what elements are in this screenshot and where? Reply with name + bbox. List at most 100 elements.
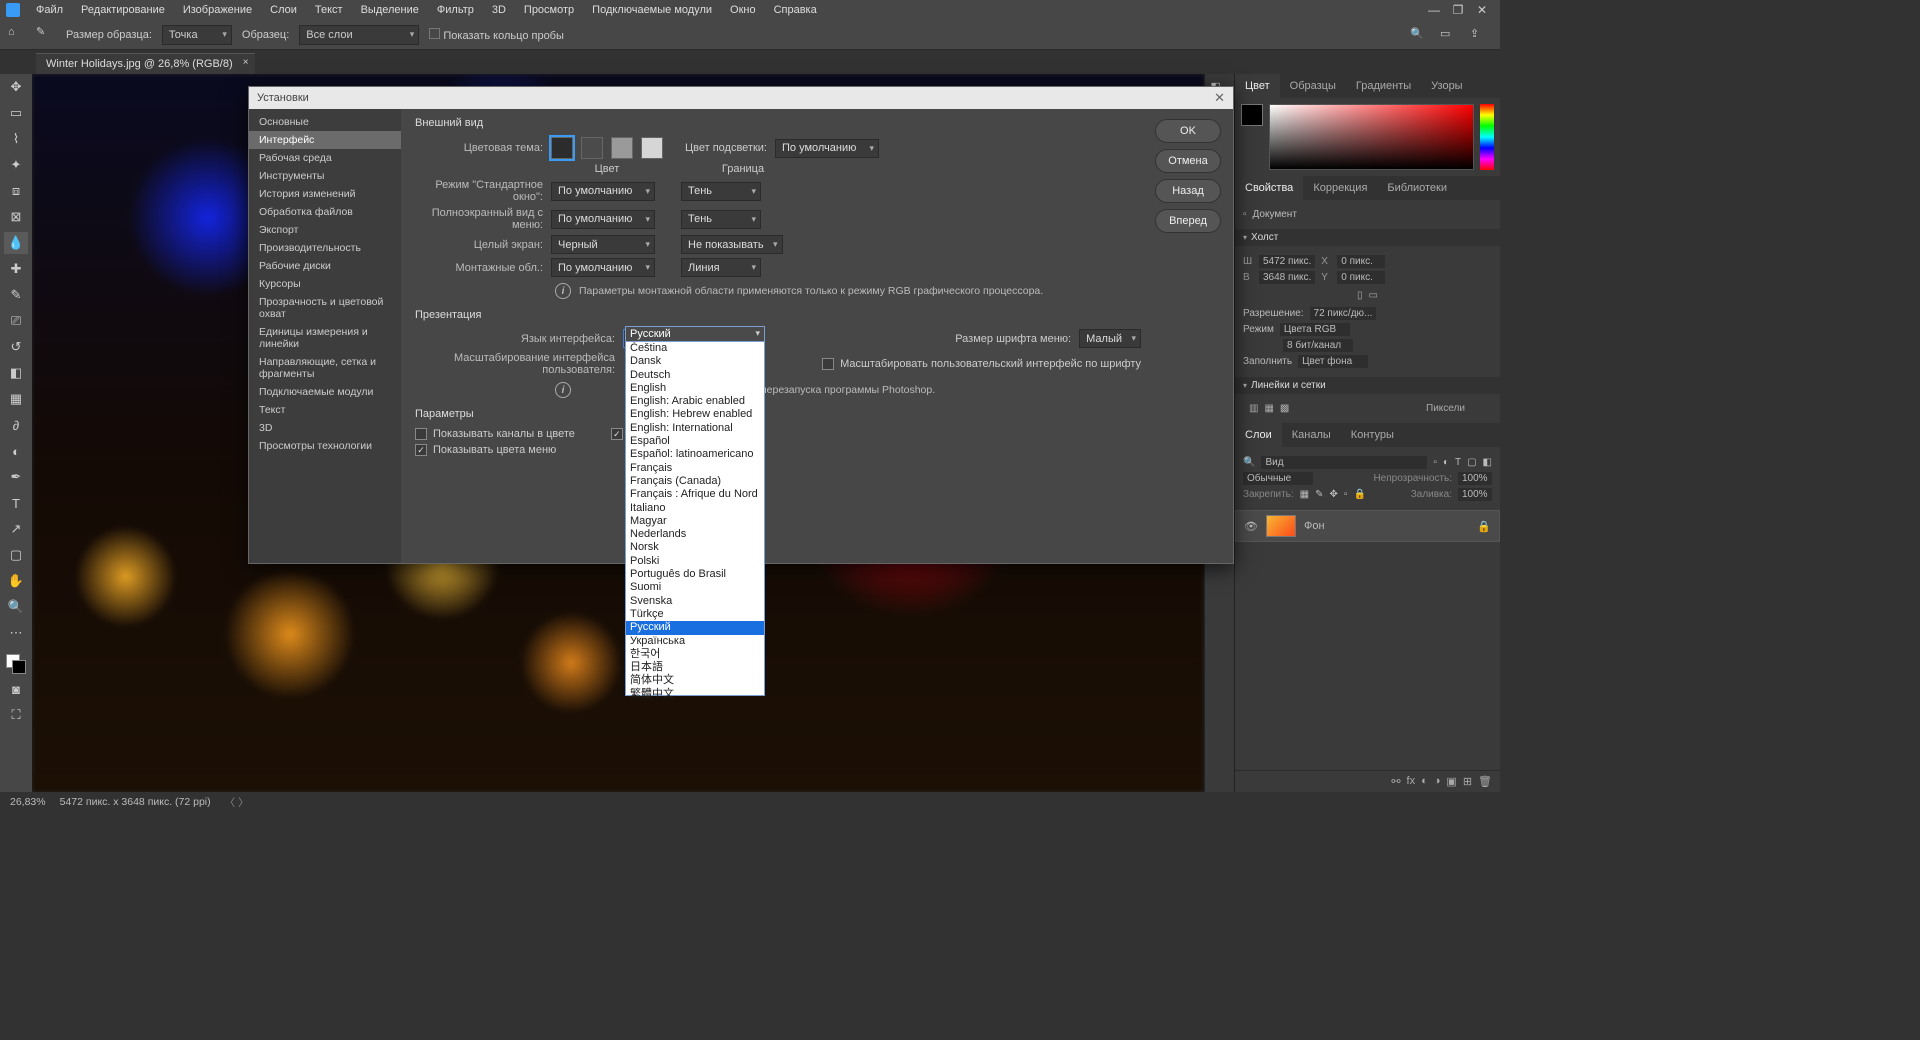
color-swatch[interactable] (6, 654, 26, 674)
color-field[interactable] (1269, 104, 1474, 170)
prefs-category-item[interactable]: Просмотры технологии (249, 437, 401, 455)
prefs-category-item[interactable]: Подключаемые модули (249, 383, 401, 401)
show-menu-colors-checkbox[interactable]: ✓Показывать цвета меню (415, 444, 556, 456)
menu-image[interactable]: Изображение (175, 2, 260, 18)
path-tool-icon[interactable]: ↗ (4, 518, 28, 540)
dialog-close-icon[interactable]: ✕ (1214, 90, 1225, 106)
frame-tool-icon[interactable]: ⊠ (4, 206, 28, 228)
language-option[interactable]: Suomi (626, 581, 764, 594)
x-value[interactable]: 0 пикс. (1337, 255, 1385, 268)
tab-close-icon[interactable]: × (243, 57, 249, 68)
layer-background[interactable]: 👁 Фон 🔒 (1235, 510, 1500, 542)
language-option[interactable]: English: Hebrew enabled (626, 408, 764, 421)
document-tab[interactable]: Winter Holidays.jpg @ 26,8% (RGB/8) × (36, 53, 255, 74)
language-option[interactable]: Türkçe (626, 608, 764, 621)
filter-smart-icon[interactable]: ◧ (1483, 457, 1492, 468)
screen-color-dropdown[interactable]: По умолчанию (551, 258, 655, 277)
language-option[interactable]: 简体中文 (626, 674, 764, 687)
show-channels-color-checkbox[interactable]: Показывать каналы в цвете (415, 428, 575, 440)
screen-color-dropdown[interactable]: Черный (551, 235, 655, 254)
shape-tool-icon[interactable]: ▢ (4, 544, 28, 566)
language-option[interactable]: Español (626, 435, 764, 448)
prefs-category-item[interactable]: Рабочие диски (249, 257, 401, 275)
menu-window[interactable]: Окно (722, 2, 764, 18)
delete-layer-icon[interactable]: 🗑 (1478, 775, 1492, 788)
theme-swatch-darkest[interactable] (551, 137, 573, 159)
language-option[interactable]: Norsk (626, 541, 764, 554)
tab-color[interactable]: Цвет (1235, 74, 1280, 98)
language-option[interactable]: English: International (626, 422, 764, 435)
scale-by-font-checkbox[interactable]: Масштабировать пользовательский интерфей… (822, 358, 1141, 370)
screen-color-dropdown[interactable]: По умолчанию (551, 210, 655, 229)
menu-plugins[interactable]: Подключаемые модули (584, 2, 720, 18)
tab-libraries[interactable]: Библиотеки (1377, 176, 1457, 200)
language-option[interactable]: Español: latinoamericano (626, 448, 764, 461)
prefs-category-item[interactable]: Основные (249, 113, 401, 131)
grid-icon[interactable]: ▦ (1264, 403, 1273, 414)
move-tool-icon[interactable]: ✥ (4, 76, 28, 98)
tab-gradients[interactable]: Градиенты (1346, 74, 1421, 98)
menu-edit[interactable]: Редактирование (73, 2, 173, 18)
layer-visibility-icon[interactable]: 👁 (1244, 520, 1258, 533)
sample-size-dropdown[interactable]: Точка (162, 25, 232, 45)
language-option[interactable]: 한국어 (626, 648, 764, 661)
dodge-tool-icon[interactable]: ◐ (4, 440, 28, 462)
screen-border-dropdown[interactable]: Линия (681, 258, 761, 277)
prefs-category-item[interactable]: 3D (249, 419, 401, 437)
filter-pixel-icon[interactable]: ▫ (1433, 457, 1437, 468)
language-option[interactable]: Svenska (626, 595, 764, 608)
language-option[interactable]: 日本語 (626, 661, 764, 674)
font-size-dropdown[interactable]: Малый (1079, 329, 1141, 348)
workspace-icon[interactable]: ▭ (1440, 27, 1456, 43)
hand-tool-icon[interactable]: ✋ (4, 570, 28, 592)
new-group-icon[interactable]: ▣ (1446, 775, 1456, 788)
lock-nest-icon[interactable]: ▫ (1344, 489, 1348, 500)
resolution-value[interactable]: 72 пикс/дю... (1310, 307, 1377, 320)
screen-border-dropdown[interactable]: Не показывать (681, 235, 783, 254)
guides-icon[interactable]: ▩ (1280, 403, 1289, 414)
language-option[interactable]: Українська (626, 635, 764, 648)
more-tools-icon[interactable]: ⋯ (4, 622, 28, 644)
layer-fx-icon[interactable]: fx (1407, 775, 1416, 788)
bits-value[interactable]: 8 бит/канал (1283, 339, 1353, 352)
language-option[interactable]: Polski (626, 555, 764, 568)
ok-button[interactable]: OK (1155, 119, 1221, 143)
new-fill-icon[interactable]: ◑ (1434, 775, 1441, 788)
eraser-tool-icon[interactable]: ◧ (4, 362, 28, 384)
prefs-category-item[interactable]: Производительность (249, 239, 401, 257)
menu-3d[interactable]: 3D (484, 2, 514, 18)
brush-tool-icon[interactable]: ✎ (4, 284, 28, 306)
language-option[interactable]: Français (626, 462, 764, 475)
wand-tool-icon[interactable]: ✦ (4, 154, 28, 176)
menu-file[interactable]: Файл (28, 2, 71, 18)
prefs-category-item[interactable]: Курсоры (249, 275, 401, 293)
theme-swatch-lightest[interactable] (641, 137, 663, 159)
eyedropper-icon[interactable]: ✎ (36, 25, 56, 45)
layer-search-icon[interactable]: 🔍 (1243, 457, 1255, 468)
width-value[interactable]: 5472 пикс. (1259, 255, 1315, 268)
share-icon[interactable]: ⇪ (1470, 27, 1486, 43)
tab-patterns[interactable]: Узоры (1421, 74, 1472, 98)
theme-swatch-light[interactable] (611, 137, 633, 159)
tab-adjustments[interactable]: Коррекция (1303, 176, 1377, 200)
prefs-category-item[interactable]: Прозрачность и цветовой охват (249, 293, 401, 323)
maximize-icon[interactable]: ❐ (1450, 3, 1466, 17)
language-option[interactable]: 繁體中文 (626, 688, 764, 701)
language-dropdown-list[interactable]: Русский ČeštinaDanskDeutschEnglishEnglis… (625, 326, 765, 696)
color-picker[interactable] (1235, 98, 1500, 176)
prefs-category-item[interactable]: Обработка файлов (249, 203, 401, 221)
tab-properties[interactable]: Свойства (1235, 176, 1303, 200)
eyedropper-tool-icon[interactable]: 💧 (4, 232, 28, 254)
blur-tool-icon[interactable]: ∂ (4, 414, 28, 436)
foreground-color-swatch[interactable] (1241, 104, 1263, 126)
close-icon[interactable]: ✕ (1474, 3, 1490, 17)
type-tool-icon[interactable]: T (4, 492, 28, 514)
dialog-titlebar[interactable]: Установки ✕ (249, 87, 1233, 109)
sample-dropdown[interactable]: Все слои (299, 25, 419, 45)
prefs-category-item[interactable]: Направляющие, сетка и фрагменты (249, 353, 401, 383)
menu-filter[interactable]: Фильтр (429, 2, 482, 18)
mode-value[interactable]: Цвета RGB (1280, 323, 1350, 336)
link-layers-icon[interactable]: ⚯ (1391, 775, 1400, 788)
language-option[interactable]: Deutsch (626, 369, 764, 382)
opacity-value[interactable]: 100% (1458, 472, 1492, 485)
